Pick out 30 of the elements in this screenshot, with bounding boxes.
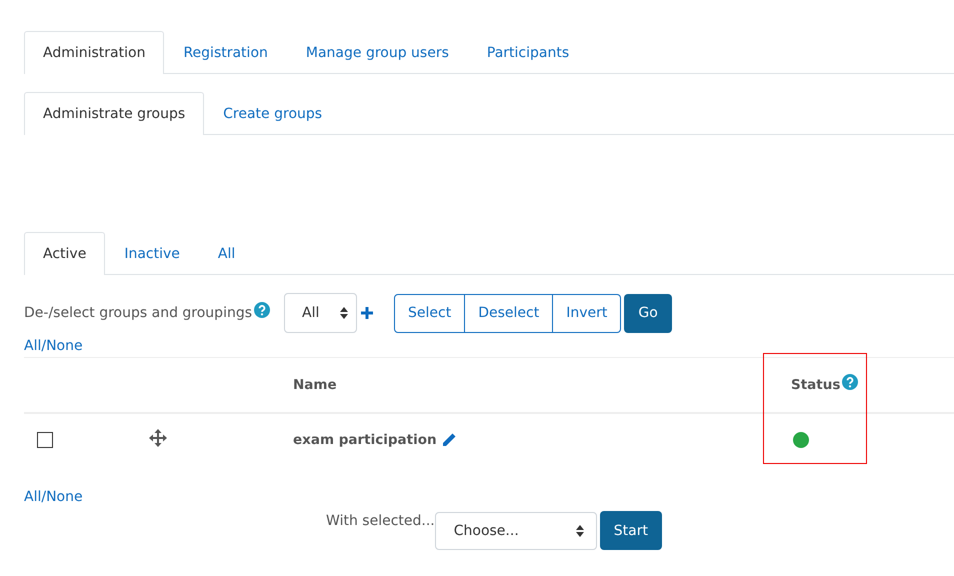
tab[interactable]: All xyxy=(198,232,254,275)
sort-arrows-icon xyxy=(576,524,584,536)
move-icon xyxy=(149,429,167,447)
all-none-link[interactable]: All/None xyxy=(24,489,83,505)
pencil-icon xyxy=(440,432,457,448)
bulk-label: With selected... xyxy=(326,513,435,529)
plus-icon xyxy=(360,306,374,320)
tab[interactable]: Active xyxy=(24,232,106,275)
tab[interactable]: Registration xyxy=(164,31,287,74)
group-name: exam participation xyxy=(293,432,437,448)
sort-arrows-icon xyxy=(340,307,348,319)
column-header: Name xyxy=(293,377,337,393)
selector-label: De-/select groups and groupings xyxy=(24,305,252,321)
dropdown[interactable]: Choose... xyxy=(434,512,597,550)
tab[interactable]: Administrate groups xyxy=(24,92,204,135)
tab[interactable]: Participants xyxy=(468,31,588,74)
dropdown[interactable]: All xyxy=(284,293,357,333)
tab[interactable]: Inactive xyxy=(105,232,199,275)
go-button[interactable]: Go xyxy=(624,294,672,332)
button[interactable]: Invert xyxy=(553,294,622,332)
column-header: Status xyxy=(791,377,840,393)
all-none-link[interactable]: All/None xyxy=(24,338,83,354)
button[interactable]: Select xyxy=(394,294,466,332)
checkbox[interactable] xyxy=(37,432,53,448)
help-icon xyxy=(254,302,270,318)
start-button[interactable]: Start xyxy=(600,511,662,550)
tab[interactable]: Manage group users xyxy=(286,31,468,74)
tab[interactable]: Administration xyxy=(24,31,164,74)
button[interactable]: Deselect xyxy=(465,294,554,332)
tab[interactable]: Create groups xyxy=(204,92,342,135)
